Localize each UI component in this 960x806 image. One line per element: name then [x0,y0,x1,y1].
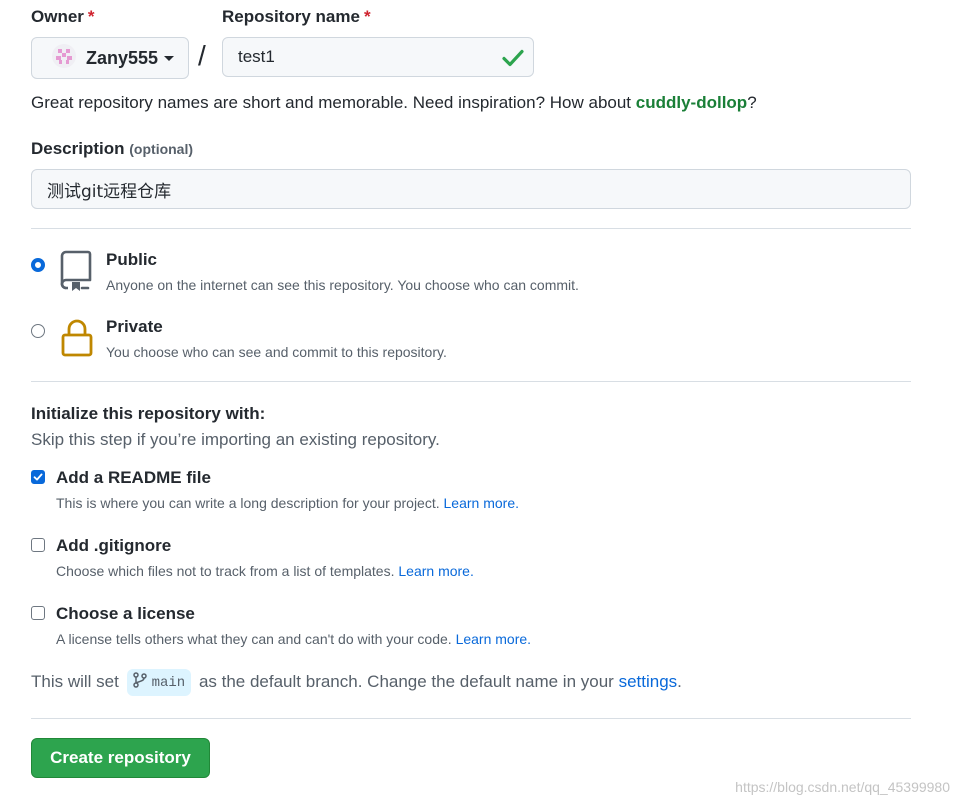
readme-learn-more-link[interactable]: Learn more. [444,495,519,511]
public-title: Public [106,250,158,269]
visibility-private-radio[interactable] [31,324,45,338]
divider [31,228,911,229]
license-description: A license tells others what they can and… [56,631,531,647]
repository-name-label: Repository name * [222,7,371,27]
readme-title: Add a README file [56,468,211,487]
git-branch-icon [132,672,147,693]
create-repository-button[interactable]: Create repository [31,738,210,778]
description-optional-note: (optional) [129,141,194,157]
settings-link[interactable]: settings [619,672,678,691]
private-title: Private [106,317,163,336]
owner-dropdown-button[interactable]: Zany555 [31,37,189,79]
owner-repo-separator: / [198,40,206,71]
private-subtitle: You choose who can see and commit to thi… [106,344,447,360]
branch-suffix: . [677,671,682,691]
description-label: Description (optional) [31,139,193,159]
gitignore-title: Add .gitignore [56,536,172,555]
gitignore-learn-more-link[interactable]: Learn more. [398,563,473,579]
branch-name: main [151,674,186,691]
watermark: https://blog.csdn.net/qq_45399980 [735,779,950,795]
repository-name-input[interactable] [222,37,534,77]
gitignore-description: Choose which files not to track from a l… [56,563,474,579]
description-input[interactable] [31,169,911,209]
readme-description: This is where you can write a long descr… [56,495,519,511]
lock-icon [60,318,94,363]
repository-required-mark: * [363,7,371,26]
initialize-subheading: Skip this step if you’re importing an ex… [31,430,440,449]
branch-pill: main [126,669,192,696]
public-subtitle: Anyone on the internet can see this repo… [106,277,579,293]
hint-text: Great repository names are short and mem… [31,93,636,112]
initialize-heading: Initialize this repository with: [31,404,266,423]
description-label-text: Description [31,139,125,158]
license-checkbox[interactable] [31,606,45,620]
visibility-public-radio[interactable] [31,258,45,272]
branch-middle-text: as the default branch. Change the defaul… [198,671,614,691]
repository-name-hint: Great repository names are short and mem… [31,93,757,113]
owner-required-mark: * [87,7,95,26]
default-branch-note: This will set main as the default branch… [31,669,682,696]
check-icon [502,48,524,73]
branch-prefix: This will set [31,671,119,691]
gitignore-checkbox[interactable] [31,538,45,552]
owner-avatar [52,43,76,73]
owner-label-text: Owner [31,7,84,26]
gitignore-desc-text: Choose which files not to track from a l… [56,563,399,579]
license-learn-more-link[interactable]: Learn more. [456,631,531,647]
readme-checkbox[interactable] [31,470,45,484]
name-suggestion-link[interactable]: cuddly-dollop [636,93,747,112]
divider [31,381,911,382]
repo-icon [60,250,92,297]
owner-name: Zany555 [86,47,159,68]
caret-down-icon [164,55,175,61]
license-title: Choose a license [56,604,195,623]
hint-suffix: ? [747,93,757,112]
repository-name-label-text: Repository name [222,7,360,26]
owner-label: Owner * [31,7,95,27]
readme-desc-text: This is where you can write a long descr… [56,495,444,511]
divider [31,718,911,719]
license-desc-text: A license tells others what they can and… [56,631,456,647]
